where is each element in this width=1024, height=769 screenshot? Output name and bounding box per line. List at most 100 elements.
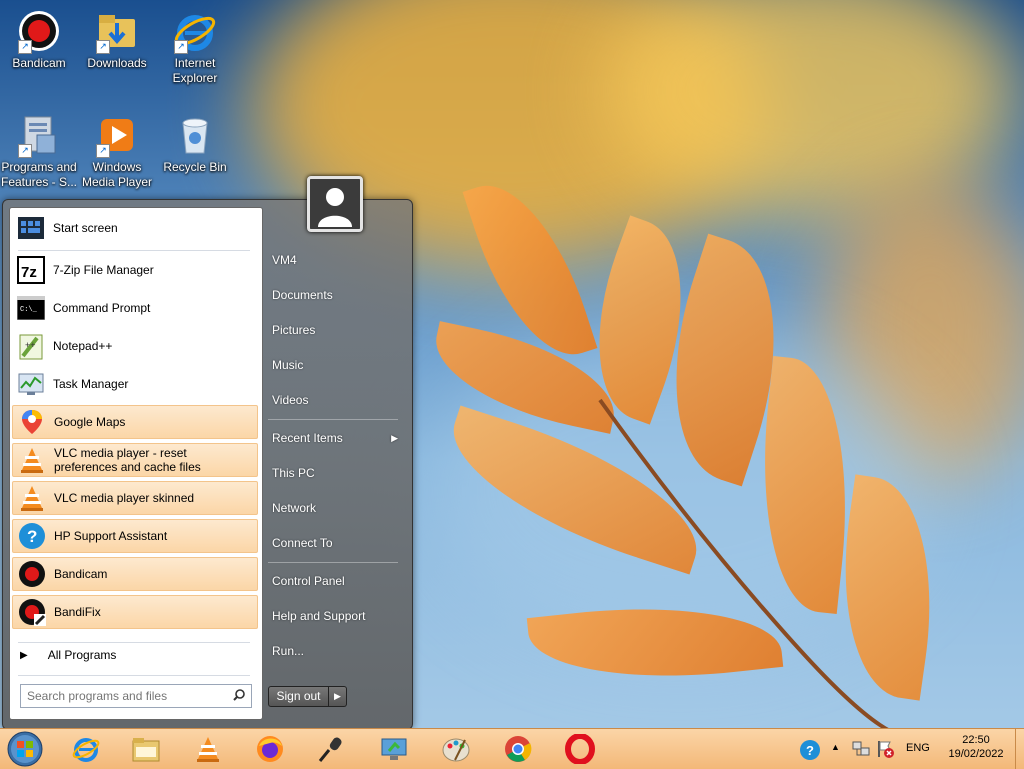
desktop-icon-programs-and-features[interactable]: ↗ Programs and Features - S...: [0, 112, 78, 190]
google-maps-icon: [17, 407, 47, 437]
tray-action-center[interactable]: [874, 738, 896, 760]
monitor-icon: [381, 738, 407, 760]
search-icon[interactable]: [233, 688, 245, 704]
flag-warning-icon: [878, 741, 894, 758]
start-menu-connect-to[interactable]: Connect To: [272, 536, 333, 550]
vlc-icon: [17, 445, 47, 475]
svg-text:C:\_: C:\_: [20, 306, 38, 314]
clock-date: 19/02/2022: [948, 748, 1004, 760]
sign-out-group: Sign out ▶: [268, 686, 348, 707]
taskbar-vlc[interactable]: [192, 733, 224, 765]
opera-icon: [565, 734, 595, 764]
divider: [18, 642, 250, 643]
search-input[interactable]: [21, 688, 229, 704]
program-google-maps[interactable]: Google Maps: [12, 405, 258, 439]
notepadpp-icon: ++: [16, 331, 46, 361]
program-vlc-reset[interactable]: VLC media player - reset preferences and…: [12, 443, 258, 477]
taskbar-opera[interactable]: [564, 733, 596, 765]
taskbar-paint[interactable]: [440, 733, 472, 765]
svg-text:?: ?: [806, 743, 814, 758]
taskbar-voice-recorder[interactable]: [314, 733, 346, 765]
triangle-right-icon: ▶: [20, 649, 28, 661]
search-box: [20, 684, 252, 708]
user-icon: [310, 179, 360, 229]
divider: [268, 419, 398, 420]
start-screen-icon: [16, 213, 46, 243]
microphone-icon: [318, 737, 342, 762]
program-command-prompt[interactable]: C:\_ Command Prompt: [12, 291, 258, 325]
clock-time: 22:50: [962, 734, 990, 746]
start-menu-user-folder[interactable]: VM4: [272, 253, 297, 267]
program-hp-support-assistant[interactable]: ? HP Support Assistant: [12, 519, 258, 553]
program-task-manager[interactable]: Task Manager: [12, 367, 258, 401]
desktop-icon-bandicam[interactable]: ↗ Bandicam: [0, 8, 78, 71]
tray-hp-support[interactable]: ?: [798, 738, 822, 762]
start-orb-button[interactable]: [7, 731, 43, 767]
start-menu-help-and-support[interactable]: Help and Support: [272, 609, 365, 623]
desktop-icon-windows-media-player[interactable]: ↗ Windows Media Player: [78, 112, 156, 190]
taskbar-remote-desktop[interactable]: [378, 733, 410, 765]
firefox-icon: [257, 736, 283, 762]
start-menu: Start screen 7z 7-Zip File Manager C:\_ …: [2, 199, 413, 730]
help-icon: ?: [800, 740, 820, 760]
program-bandifix[interactable]: BandiFix: [12, 595, 258, 629]
divider: [268, 562, 398, 563]
task-manager-icon: [16, 369, 46, 399]
show-desktop-button[interactable]: [1015, 729, 1024, 769]
cmd-icon: C:\_: [16, 293, 46, 323]
file-explorer-icon: [132, 738, 160, 762]
taskbar-chrome[interactable]: [502, 733, 534, 765]
desktop-icon-internet-explorer[interactable]: ↗ Internet Explorer: [156, 8, 234, 86]
downloads-folder-icon: ↗: [94, 8, 140, 54]
help-icon: ?: [17, 521, 47, 551]
vlc-icon: [17, 483, 47, 513]
start-menu-this-pc[interactable]: This PC: [272, 466, 315, 480]
desktop-icon-recycle-bin[interactable]: Recycle Bin: [156, 112, 234, 175]
input-language-indicator[interactable]: ENG: [906, 742, 930, 754]
program-bandicam[interactable]: Bandicam: [12, 557, 258, 591]
user-account-picture[interactable]: [307, 176, 363, 232]
start-menu-network[interactable]: Network: [272, 501, 316, 515]
bandifix-icon: [17, 597, 47, 627]
svg-text:?: ?: [27, 527, 37, 546]
program-start-screen[interactable]: Start screen: [12, 211, 258, 245]
program-notepadpp[interactable]: ++ Notepad++: [12, 329, 258, 363]
taskbar-file-explorer[interactable]: [130, 733, 162, 765]
7zip-icon: 7z: [16, 255, 46, 285]
start-menu-control-panel[interactable]: Control Panel: [272, 574, 345, 588]
taskbar-firefox[interactable]: [254, 733, 286, 765]
start-menu-pictures[interactable]: Pictures: [272, 323, 315, 337]
vlc-icon: [197, 737, 219, 762]
chrome-icon: [505, 736, 532, 762]
divider: [18, 250, 250, 251]
sign-out-options-button[interactable]: ▶: [329, 686, 347, 707]
program-vlc-skinned[interactable]: VLC media player skinned: [12, 481, 258, 515]
recycle-bin-icon: [172, 112, 218, 158]
chevron-right-icon: ▶: [334, 691, 341, 701]
taskbar-internet-explorer[interactable]: [70, 733, 102, 765]
chevron-up-icon: ▲: [831, 742, 840, 752]
sign-out-button[interactable]: Sign out: [268, 686, 329, 707]
start-menu-run[interactable]: Run...: [272, 644, 304, 658]
programs-features-icon: ↗: [16, 112, 62, 158]
start-menu-recent-items[interactable]: Recent Items ▶: [272, 431, 398, 445]
bandicam-icon: [17, 559, 47, 589]
network-icon: [852, 741, 870, 756]
start-menu-programs-pane: Start screen 7z 7-Zip File Manager C:\_ …: [9, 207, 263, 720]
clock[interactable]: 22:50 19/02/2022: [946, 733, 1006, 761]
taskbar: ? ▲ ENG 22:50 19/02/2022: [0, 728, 1024, 769]
start-menu-documents[interactable]: Documents: [272, 288, 333, 302]
program-7zip[interactable]: 7z 7-Zip File Manager: [12, 253, 258, 287]
tray-network[interactable]: [850, 738, 872, 760]
internet-explorer-icon: ↗: [172, 8, 218, 54]
all-programs-button[interactable]: ▶ All Programs: [20, 648, 116, 662]
bandicam-icon: ↗: [16, 8, 62, 54]
svg-text:++: ++: [25, 340, 36, 350]
start-menu-videos[interactable]: Videos: [272, 393, 308, 407]
svg-text:7z: 7z: [21, 264, 37, 281]
internet-explorer-icon: [72, 738, 100, 762]
show-hidden-icons-button[interactable]: ▲: [831, 742, 840, 752]
desktop-icon-downloads[interactable]: ↗ Downloads: [78, 8, 156, 71]
start-menu-music[interactable]: Music: [272, 358, 303, 372]
paint-icon: [442, 738, 470, 762]
